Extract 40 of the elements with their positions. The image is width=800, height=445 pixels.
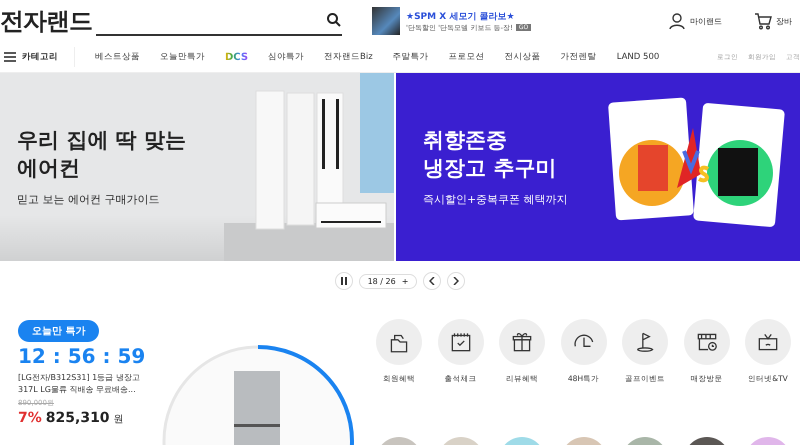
my-page-link[interactable]: 마이랜드 <box>690 16 722 26</box>
search-icon[interactable] <box>326 12 342 28</box>
nav-link[interactable]: LAND 500 <box>616 52 660 62</box>
sale-price: 825,310 <box>46 410 110 426</box>
pause-icon[interactable] <box>340 277 347 285</box>
currency-unit: 원 <box>114 413 124 426</box>
banner-title: 우리 집에 딱 맞는 에어컨 <box>17 127 186 182</box>
banner-title: 취향존중 냉장고 추구미 <box>423 127 556 182</box>
nav-link[interactable]: 가전렌탈 <box>560 51 597 63</box>
nav-link[interactable]: 프로모션 <box>448 51 485 63</box>
chevron-left-icon[interactable] <box>429 277 436 285</box>
today-deal-badge: 오늘만 특가 <box>18 320 100 342</box>
refrigerator-photo[interactable] <box>234 371 280 445</box>
promo-banner[interactable]: 우리 집에 딱 맞는 에어컨 믿고 보는 에어컨 구매가이드 <box>0 73 394 261</box>
promo-title[interactable]: ★SPM X 세모기 콜라보★ <box>406 10 532 22</box>
promo-banner[interactable]: 취향존중 냉장고 추구미 즉시할인+중복쿠폰 혜택까지 <box>394 73 800 261</box>
discount-rate: 7% <box>18 410 42 426</box>
more-slides-link[interactable]: + <box>402 276 408 286</box>
banner-subtitle: 믿고 보는 에어컨 구매가이드 <box>17 192 160 207</box>
nav-link[interactable]: 전자랜드Biz <box>324 51 373 63</box>
pause-button[interactable] <box>334 272 353 290</box>
banner-subtitle: 즉시할인+중복쿠폰 혜택까지 <box>423 192 569 207</box>
previous-button[interactable] <box>423 272 442 290</box>
category-menu-button[interactable]: 카테고리 <box>0 47 75 67</box>
nav-link[interactable]: 심야특가 <box>268 51 304 63</box>
person-icon[interactable] <box>668 12 686 30</box>
cart-link[interactable]: 장바 <box>776 16 792 26</box>
nav-link[interactable]: 주말특가 <box>392 51 429 63</box>
next-button[interactable] <box>447 272 466 290</box>
nav-link[interactable]: 오늘만특가 <box>160 51 205 63</box>
cart-icon[interactable] <box>754 12 772 30</box>
chevron-right-icon[interactable] <box>453 277 460 285</box>
countdown-timer: 12 : 56 : 59 <box>18 344 146 368</box>
menu-icon[interactable] <box>4 52 16 62</box>
site-logo[interactable]: 전자랜드 <box>0 5 96 37</box>
product-name[interactable]: [LG전자/B312S31] 1등급 냉장고 317L LG물류 직배송 무료배송... <box>18 372 158 396</box>
nav-link[interactable]: 베스트상품 <box>95 51 140 63</box>
keyboard-photo <box>372 7 400 35</box>
nav-link[interactable]: 전시상품 <box>504 51 541 63</box>
slide-counter: 18 / 26 <box>368 276 396 286</box>
